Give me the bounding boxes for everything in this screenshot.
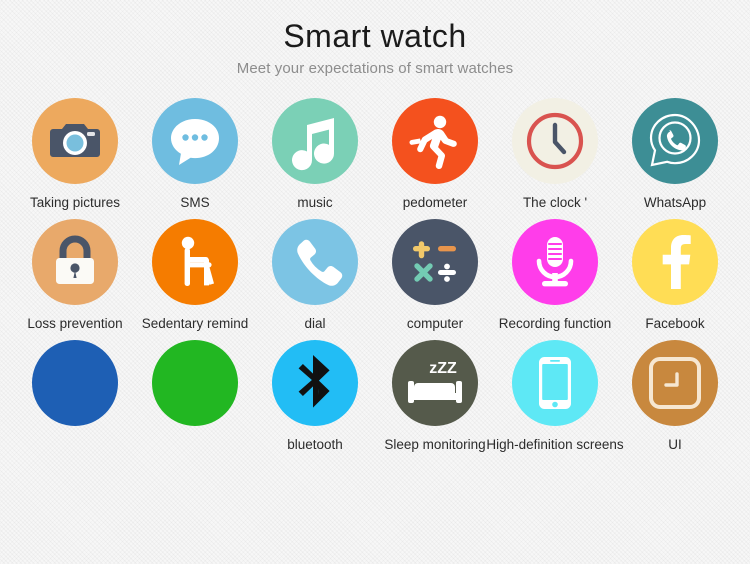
feature-item-dial[interactable]: dial xyxy=(263,219,367,332)
feature-label: Taking pictures xyxy=(29,195,121,210)
bed-sleep-icon[interactable]: zZZ xyxy=(392,340,478,427)
feature-item-whatsapp[interactable]: WhatsApp xyxy=(623,98,727,211)
feature-item-taking-pictures[interactable]: Taking pictures xyxy=(23,98,127,211)
feature-item-music[interactable]: music xyxy=(263,98,367,211)
feature-item-sedentary-remind[interactable]: Sedentary remind xyxy=(141,219,249,332)
sitting-person-icon[interactable] xyxy=(152,219,238,306)
feature-label: pedometer xyxy=(402,195,468,210)
feature-label: High-definition screens xyxy=(486,437,624,453)
calculator-icon[interactable] xyxy=(392,219,478,306)
bluetooth-icon[interactable] xyxy=(272,340,358,427)
phone-handset-icon[interactable] xyxy=(272,219,358,306)
feature-item-computer[interactable]: computer xyxy=(383,219,487,332)
feature-item-blank-blue[interactable] xyxy=(23,340,127,437)
feature-label: computer xyxy=(406,316,464,332)
feature-label: UI xyxy=(668,437,682,453)
feature-icon-grid: Taking pictures SMS music pedometer The cloc… xyxy=(0,98,750,454)
feature-label: Loss prevention xyxy=(27,316,123,332)
feature-label: bluetooth xyxy=(287,437,343,453)
page-root: Smart watch Meet your expectations of sm… xyxy=(0,0,750,564)
feature-label: SMS xyxy=(180,195,210,210)
feature-item-sms[interactable]: SMS xyxy=(143,98,247,211)
running-person-icon[interactable] xyxy=(392,98,478,184)
feature-item-the-clock[interactable]: The clock ' xyxy=(503,98,607,211)
feature-label: Sleep monitoring xyxy=(384,437,486,453)
feature-item-bluetooth[interactable]: bluetooth xyxy=(263,340,367,453)
speech-bubble-icon[interactable] xyxy=(152,98,238,184)
padlock-icon[interactable] xyxy=(32,219,118,306)
icon-row: Taking pictures SMS music pedometer The cloc… xyxy=(0,98,750,211)
page-header: Smart watch Meet your expectations of sm… xyxy=(0,0,750,78)
icon-row: Loss prevention Sedentary remind dial compu… xyxy=(0,219,750,332)
svg-text:zZZ: zZZ xyxy=(429,360,457,377)
feature-label: Recording function xyxy=(498,316,612,332)
camera-icon[interactable] xyxy=(32,98,118,184)
blank-circle[interactable] xyxy=(152,340,238,427)
smartphone-icon[interactable] xyxy=(512,340,598,427)
feature-label: Sedentary remind xyxy=(141,316,249,332)
icon-row: bluetooth zZZ Sleep monitoring High-definit… xyxy=(0,340,750,453)
feature-label: The clock ' xyxy=(522,195,588,210)
feature-label: music xyxy=(297,195,333,210)
feature-item-sleep-monitoring[interactable]: zZZ Sleep monitoring xyxy=(383,340,487,453)
music-note-icon[interactable] xyxy=(272,98,358,184)
feature-item-loss-prevention[interactable]: Loss prevention xyxy=(23,219,127,332)
feature-label: Facebook xyxy=(645,316,705,332)
page-subtitle: Meet your expectations of smart watches xyxy=(236,60,514,77)
feature-item-pedometer[interactable]: pedometer xyxy=(383,98,487,211)
whatsapp-icon[interactable] xyxy=(632,98,718,184)
feature-label: dial xyxy=(304,316,326,332)
feature-item-ui[interactable]: UI xyxy=(623,340,727,453)
feature-item-blank-green[interactable] xyxy=(143,340,247,437)
feature-item-hd-screens[interactable]: High-definition screens xyxy=(486,340,624,453)
clock-icon[interactable] xyxy=(512,98,598,184)
blank-circle[interactable] xyxy=(32,340,118,427)
feature-label: WhatsApp xyxy=(643,195,707,210)
ui-clock-square-icon[interactable] xyxy=(632,340,718,427)
facebook-icon[interactable] xyxy=(632,219,718,306)
feature-item-recording[interactable]: Recording function xyxy=(499,219,611,332)
microphone-icon[interactable] xyxy=(512,219,598,306)
feature-item-facebook[interactable]: Facebook xyxy=(623,219,727,332)
page-title: Smart watch xyxy=(283,18,467,54)
